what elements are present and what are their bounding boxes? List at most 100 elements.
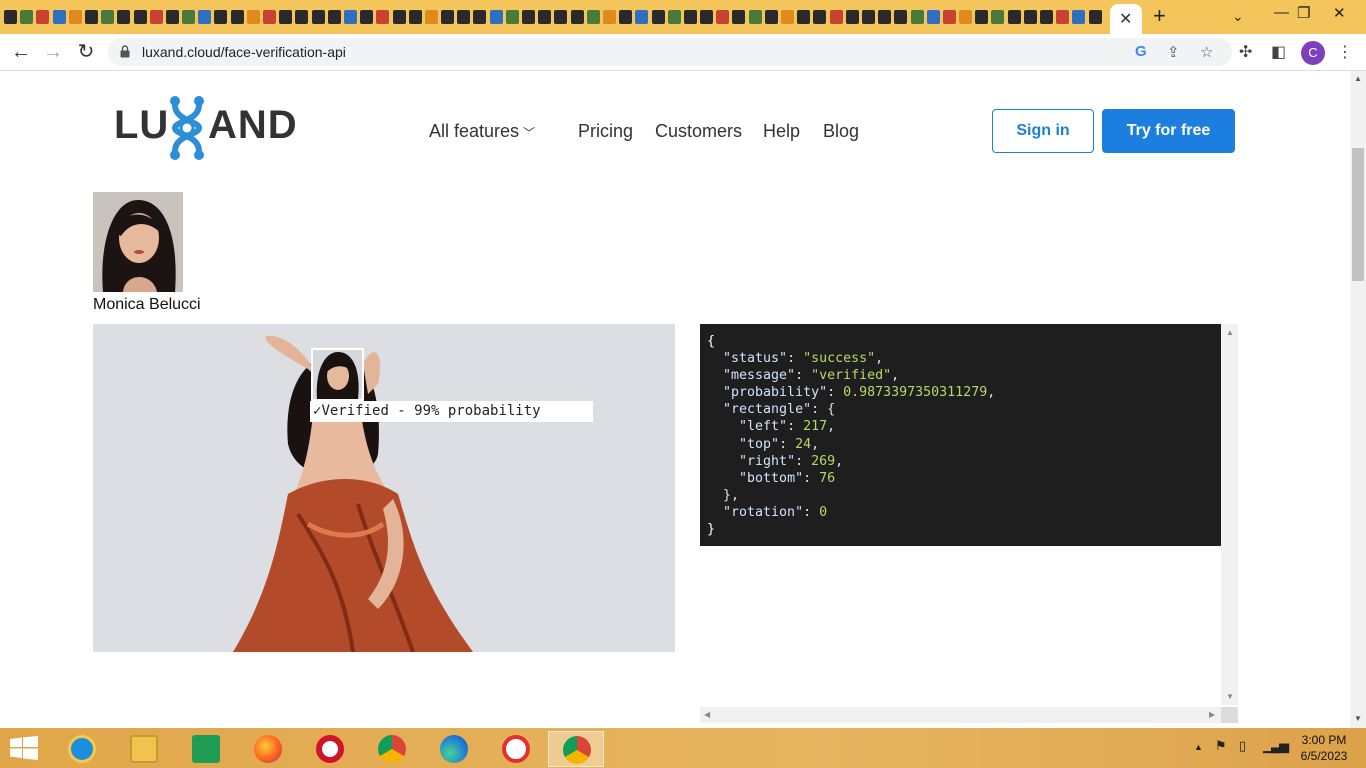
taskbar-chrome[interactable] [364,731,420,767]
pinned-tab-favicon-icon[interactable] [327,10,341,24]
pinned-tab-favicon-icon[interactable] [392,10,406,24]
nav-help[interactable]: Help [763,121,800,142]
pinned-tab-favicon-icon[interactable] [279,10,293,24]
url-text[interactable]: luxand.cloud/face-verification-api [142,44,346,60]
pinned-tab-favicon-icon[interactable] [263,10,276,24]
pinned-tab-favicon-icon[interactable] [732,10,746,24]
close-tab-icon[interactable]: ✕ [1119,9,1132,29]
pinned-tab-favicon-icon[interactable] [1056,10,1070,24]
share-icon[interactable]: ⇪ [1167,43,1180,61]
pinned-tab-favicon-icon[interactable] [36,10,50,24]
pinned-tab-favicon-icon[interactable] [1040,10,1053,24]
pinned-tab-favicon-icon[interactable] [1023,10,1037,24]
pinned-tab-favicon-icon[interactable] [84,10,98,24]
nav-blog[interactable]: Blog [823,121,859,142]
try-for-free-button[interactable]: Try for free [1102,109,1235,153]
pinned-tab-favicon-icon[interactable] [797,10,811,24]
taskbar-internet-explorer[interactable] [54,731,110,767]
nav-pricing[interactable]: Pricing [578,121,633,142]
pinned-tab-favicon-icon[interactable] [52,10,66,24]
taskbar-chrome-profile-active[interactable] [548,731,604,767]
pinned-tab-favicon-icon[interactable] [878,10,892,24]
pinned-tab-favicon-icon[interactable] [683,10,697,24]
pinned-tab-favicon-icon[interactable] [538,10,552,24]
show-hidden-icons-chevron-icon[interactable]: ▲ [1194,742,1203,752]
taskbar-file-explorer[interactable] [116,731,172,767]
taskbar-yandex[interactable] [488,731,544,767]
pinned-tab-favicon-icon[interactable] [246,10,260,24]
pinned-tab-favicon-icon[interactable] [343,10,357,24]
pinned-tab-favicon-icon[interactable] [522,10,535,24]
code-panel-vertical-scrollbar[interactable]: ▲ ▼ [1221,324,1238,705]
pinned-tab-favicon-icon[interactable] [635,10,649,24]
close-window-icon[interactable]: ✕ [1333,4,1346,22]
pinned-tab-favicon-icon[interactable] [716,10,730,24]
pinned-tab-favicon-icon[interactable] [926,10,940,24]
extensions-puzzle-icon[interactable]: ✣ [1239,42,1252,62]
pinned-tab-favicon-icon[interactable] [748,10,762,24]
forward-icon[interactable]: → [40,40,66,66]
pinned-tab-favicon-icon[interactable] [68,10,82,24]
pinned-tab-favicon-icon[interactable] [667,10,681,24]
pinned-tab-favicon-icon[interactable] [311,10,325,24]
pinned-tab-favicon-icon[interactable] [457,10,471,24]
network-signal-icon[interactable]: ▁▃▅ [1263,738,1289,754]
new-tab-button[interactable]: + [1153,5,1166,27]
pinned-tab-favicon-icon[interactable] [1088,10,1102,24]
pinned-tab-favicon-icon[interactable] [570,10,584,24]
menu-kebab-icon[interactable]: ⋮ [1337,42,1353,62]
address-bar[interactable]: luxand.cloud/face-verification-api G ⇪ ☆ [108,38,1232,66]
pinned-tab-favicon-icon[interactable] [975,10,989,24]
pinned-tab-favicon-icon[interactable] [424,10,438,24]
pinned-tab-favicon-icon[interactable] [133,10,147,24]
windows-start-icon[interactable] [10,736,38,760]
tab-search-chevron-icon[interactable]: ⌄ [1232,8,1244,25]
profile-avatar[interactable]: C [1301,41,1325,65]
pinned-tab-favicon-icon[interactable] [376,10,390,24]
pinned-tab-favicon-icon[interactable] [165,10,179,24]
side-panel-icon[interactable]: ◧ [1271,42,1286,62]
pinned-tab-favicon-icon[interactable] [586,10,600,24]
pinned-tab-favicon-icon[interactable] [408,10,422,24]
taskbar-edge[interactable] [426,731,482,767]
pinned-tab-favicon-icon[interactable] [894,10,908,24]
pinned-tab-favicon-icon[interactable] [845,10,859,24]
pinned-tab-favicon-icon[interactable] [505,10,519,24]
pinned-tab-favicon-icon[interactable] [360,10,374,24]
pinned-tab-favicon-icon[interactable] [942,10,956,24]
taskbar-opera[interactable] [302,731,358,767]
pinned-tab-favicon-icon[interactable] [1072,10,1086,24]
pinned-tab-favicon-icon[interactable] [101,10,115,24]
google-translate-icon[interactable]: G [1135,43,1147,60]
pinned-tab-favicon-icon[interactable] [554,10,568,24]
pinned-tab-favicon-icon[interactable] [829,10,843,24]
pinned-tab-favicon-icon[interactable] [764,10,778,24]
pinned-tab-favicon-icon[interactable] [602,10,616,24]
pinned-tab-favicon-icon[interactable] [489,10,503,24]
pinned-tab-favicon-icon[interactable] [4,10,17,24]
pinned-tab-favicon-icon[interactable] [861,10,875,24]
pinned-tab-favicon-icon[interactable] [991,10,1005,24]
pinned-tab-favicon-icon[interactable] [781,10,794,24]
luxand-logo[interactable]: LU AND [114,95,298,163]
pinned-tab-favicon-icon[interactable] [230,10,244,24]
restore-icon[interactable]: ❐ [1297,4,1310,22]
action-center-flag-icon[interactable]: ⚑ [1215,738,1227,754]
pinned-tab-favicon-icon[interactable] [214,10,228,24]
pinned-tab-favicon-icon[interactable] [295,10,309,24]
pinned-tab-favicon-icon[interactable] [441,10,455,24]
pinned-tab-favicon-icon[interactable] [619,10,633,24]
active-tab[interactable]: ✕ [1110,4,1142,34]
back-icon[interactable]: ← [8,40,34,66]
pinned-tab-favicon-icon[interactable] [149,10,163,24]
page-scrollbar[interactable]: ▲ ▼ [1350,71,1366,728]
pinned-tab-favicon-icon[interactable] [910,10,924,24]
pinned-tab-favicon-icon[interactable] [182,10,196,24]
page-scrollbar-thumb[interactable] [1352,148,1364,281]
pinned-tab-favicon-icon[interactable] [473,10,487,24]
minimize-icon[interactable]: — [1274,4,1289,21]
taskbar-store[interactable] [178,731,234,767]
pinned-tab-favicon-icon[interactable] [651,10,665,24]
pinned-tab-favicon-icon[interactable] [959,10,973,24]
reload-icon[interactable]: ↻ [73,40,99,66]
